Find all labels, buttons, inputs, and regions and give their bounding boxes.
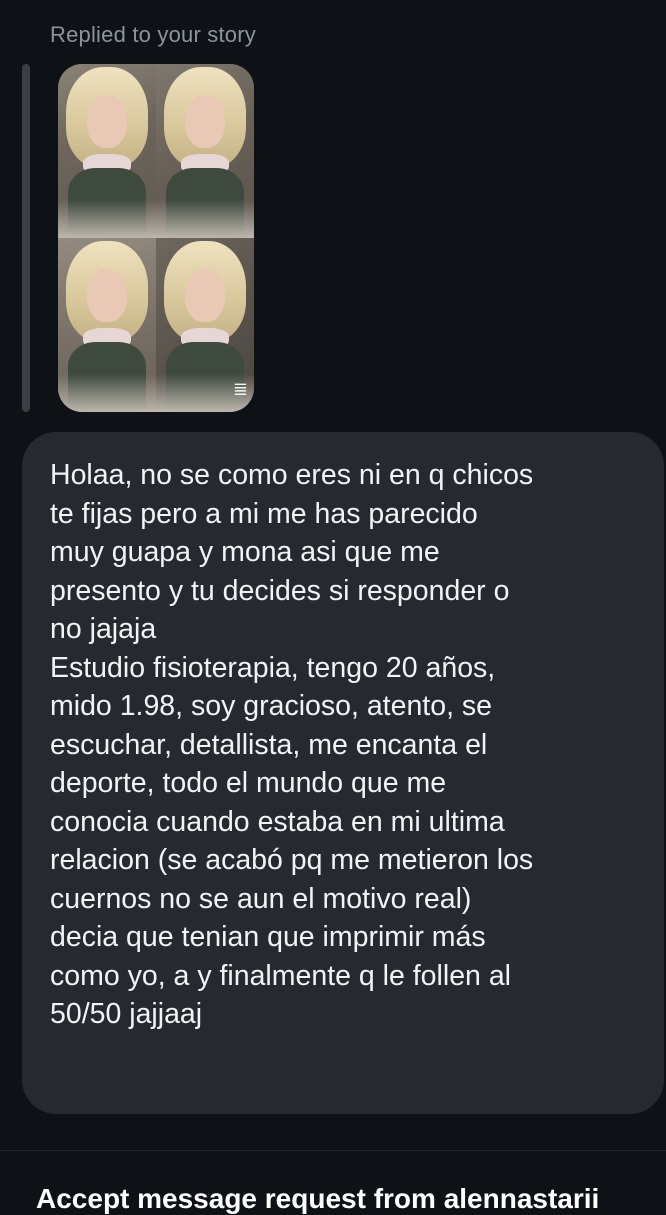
message-text: Holaa, no se como eres ni en q chicos te…	[50, 459, 534, 1030]
story-photo	[58, 64, 156, 238]
accept-request-button[interactable]: Accept message request from alennastarii	[36, 1183, 599, 1215]
story-photo	[58, 238, 156, 412]
sticker-icon: ≣	[232, 379, 248, 400]
divider	[0, 1150, 666, 1151]
story-photo	[156, 64, 254, 238]
replied-to-story-label: Replied to your story	[50, 22, 256, 47]
reply-quote-bar	[22, 64, 30, 412]
message-bubble[interactable]: Holaa, no se como eres ni en q chicos te…	[22, 432, 664, 1114]
story-photo: ≣	[156, 238, 254, 412]
story-thumbnail[interactable]: ≣	[58, 64, 254, 412]
